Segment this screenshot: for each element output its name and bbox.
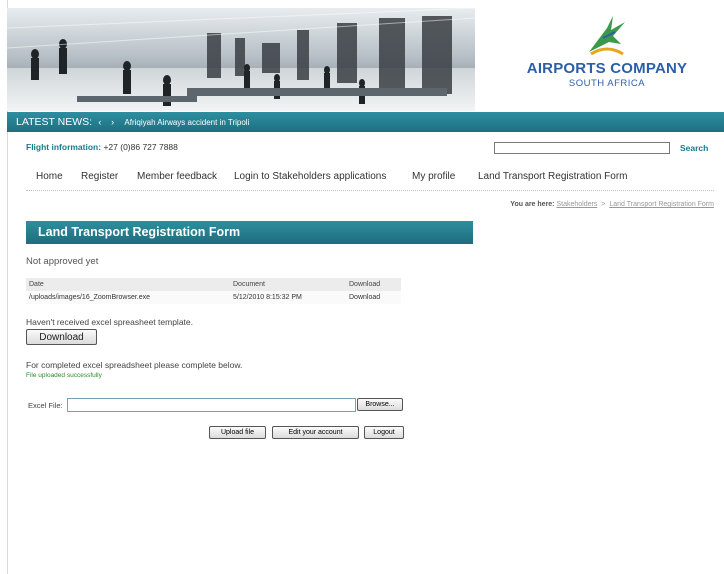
page-title-bar: Land Transport Registration Form — [26, 221, 473, 244]
download-template-button[interactable]: Download — [26, 329, 97, 345]
nav-land-transport[interactable]: Land Transport Registration Form — [478, 171, 628, 182]
nav-member-feedback[interactable]: Member feedback — [137, 171, 217, 182]
edit-account-button[interactable]: Edit your account — [272, 426, 359, 439]
nav-home[interactable]: Home — [36, 171, 63, 182]
browse-button[interactable]: Browse... — [357, 398, 403, 411]
nav-login-stakeholders[interactable]: Login to Stakeholders applications — [234, 171, 386, 182]
template-note: Haven't received excel spreasheet templa… — [26, 317, 193, 327]
flight-info-label: Flight information: — [26, 142, 102, 152]
flight-info-phone: +27 (0)86 727 7888 — [103, 142, 178, 152]
nav-divider — [26, 190, 714, 191]
table-cell-file: /uploads/images/16_ZoomBrowser.exe — [26, 291, 230, 304]
logo-subtitle: SOUTH AFRICA — [568, 78, 646, 89]
column-header-download: Download — [346, 278, 401, 291]
flight-information: Flight information: +27 (0)86 727 7888 — [26, 142, 178, 152]
breadcrumb: You are here: Stakeholders > Land Transp… — [510, 201, 714, 208]
latest-news-label: LATEST NEWS: — [16, 116, 93, 128]
news-next-icon[interactable]: › — [108, 112, 118, 132]
bird-logo-icon — [589, 16, 625, 56]
airports-company-logo[interactable]: AIRPORTS COMPANY SOUTH AFRICA — [507, 14, 707, 104]
column-header-document: Document — [230, 278, 346, 291]
breadcrumb-stakeholders[interactable]: Stakeholders — [556, 201, 597, 208]
table-header-row: Date Document Download — [26, 278, 401, 291]
completed-spreadsheet-note: For completed excel spreadsheet please c… — [26, 360, 243, 370]
latest-news-bar: LATEST NEWS: ‹ › Afriqiyah Airways accid… — [7, 112, 724, 132]
news-headline-link[interactable]: Afriqiyah Airways accident in Tripoli — [124, 118, 249, 127]
excel-file-label: Excel File: — [28, 401, 63, 410]
upload-file-button[interactable]: Upload file — [209, 426, 266, 439]
airport-terminal-photo — [7, 8, 475, 111]
news-prev-icon[interactable]: ‹ — [95, 112, 105, 132]
approval-status: Not approved yet — [26, 256, 99, 267]
nav-register[interactable]: Register — [81, 171, 118, 182]
table-cell-date: 5/12/2010 8:15:32 PM — [230, 291, 346, 304]
breadcrumb-prefix: You are here: — [510, 201, 555, 208]
column-header-date: Date — [26, 278, 230, 291]
logo-title: AIRPORTS COMPANY — [526, 60, 688, 77]
table-row: /uploads/images/16_ZoomBrowser.exe 5/12/… — [26, 291, 401, 304]
site-header: AIRPORTS COMPANY SOUTH AFRICA — [7, 0, 724, 112]
nav-my-profile[interactable]: My profile — [412, 171, 455, 182]
breadcrumb-separator: > — [601, 201, 606, 208]
search-input[interactable] — [494, 142, 670, 154]
page-title: Land Transport Registration Form — [38, 225, 241, 239]
excel-file-input[interactable] — [67, 398, 356, 412]
search-button[interactable]: Search — [680, 143, 708, 153]
table-cell-download-link[interactable]: Download — [346, 291, 401, 304]
logout-button[interactable]: Logout — [364, 426, 404, 439]
upload-success-message: File uploaded successfully — [26, 372, 102, 379]
breadcrumb-current[interactable]: Land Transport Registration Form — [609, 201, 714, 208]
documents-table: Date Document Download /uploads/images/1… — [26, 278, 401, 304]
